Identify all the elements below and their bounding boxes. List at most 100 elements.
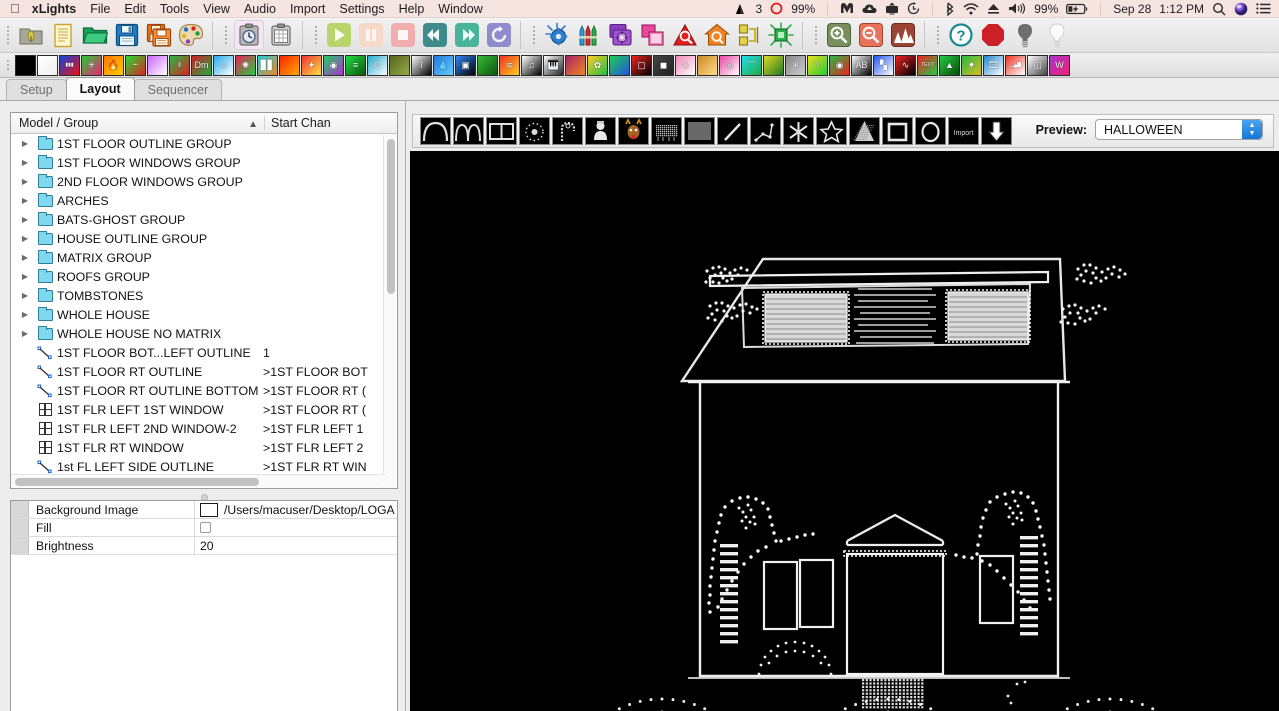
snowstorm-effect-icon[interactable]: /// bbox=[807, 54, 828, 76]
arch-model-icon[interactable] bbox=[420, 117, 451, 145]
volume-icon[interactable] bbox=[1008, 2, 1026, 15]
faces-effect-icon[interactable]: ☺ bbox=[213, 54, 234, 76]
tree-effect-icon[interactable]: ▲ bbox=[939, 54, 960, 76]
property-row-fill[interactable]: Fill bbox=[11, 519, 397, 537]
fan-effect-icon[interactable]: ✺ bbox=[235, 54, 256, 76]
lights-off-icon[interactable] bbox=[1010, 20, 1040, 50]
property-row-brightness[interactable]: Brightness 20 bbox=[11, 537, 397, 555]
circles-effect-icon[interactable]: ••• bbox=[125, 54, 146, 76]
tree-row[interactable]: ▶ 1ST FLR LEFT 2ND WINDOW-2 >1ST FLR LEFT … bbox=[11, 419, 397, 438]
text-effect-icon[interactable]: TEXT bbox=[917, 54, 938, 76]
scheduler-icon[interactable] bbox=[234, 20, 264, 50]
apple-logo-icon[interactable]:  bbox=[10, 2, 20, 15]
ripple-effect-icon[interactable]: ▢ bbox=[631, 54, 652, 76]
strobe-effect-icon[interactable]: ∿ bbox=[895, 54, 916, 76]
wifi-icon[interactable] bbox=[963, 2, 979, 15]
morph-effect-icon[interactable]: ≋ bbox=[499, 54, 520, 76]
menu-item-view[interactable]: View bbox=[203, 2, 230, 16]
zoom-triangle-icon[interactable] bbox=[670, 20, 700, 50]
vumeter-effect-icon[interactable]: ▁▄▇ bbox=[1005, 54, 1026, 76]
arches-model-icon[interactable] bbox=[453, 117, 484, 145]
expand-arrow-icon[interactable]: ▶ bbox=[11, 177, 33, 186]
lights-on-icon[interactable] bbox=[1042, 20, 1072, 50]
eject-icon[interactable] bbox=[987, 2, 1000, 15]
expand-arrow-icon[interactable]: ▶ bbox=[11, 215, 33, 224]
grid-model-icon[interactable] bbox=[684, 117, 715, 145]
pinwheel-effect-icon[interactable]: ✿ bbox=[587, 54, 608, 76]
help-icon[interactable]: ? bbox=[946, 20, 976, 50]
import-model-button[interactable]: Import bbox=[948, 117, 979, 145]
star-burst-model-icon[interactable] bbox=[783, 117, 814, 145]
crayons-icon[interactable] bbox=[574, 20, 604, 50]
glediator-effect-icon[interactable]: G bbox=[367, 54, 388, 76]
stop-output-icon[interactable] bbox=[978, 20, 1008, 50]
screen-share-icon[interactable] bbox=[885, 2, 899, 15]
record-circle-icon[interactable] bbox=[770, 2, 783, 15]
model-tree-horizontal-scrollbar[interactable] bbox=[11, 474, 385, 487]
butterfly-effect-icon[interactable]: ✳ bbox=[81, 54, 102, 76]
shimmer-effect-icon[interactable] bbox=[697, 54, 718, 76]
snowflakes-effect-icon[interactable]: ❄ bbox=[785, 54, 806, 76]
line-model-icon[interactable] bbox=[717, 117, 748, 145]
model-tree[interactable]: Model / Group ▲ Start Chan ▶ 1ST FLOOR OU… bbox=[10, 112, 398, 489]
property-value[interactable]: 20 bbox=[195, 537, 397, 554]
spirals-effect-icon[interactable]: ◉ bbox=[829, 54, 850, 76]
single-strand-effect-icon[interactable]: ⌒ bbox=[741, 54, 762, 76]
tree-row[interactable]: ▶ MATRIX GROUP bbox=[11, 248, 397, 267]
fill-checkbox[interactable] bbox=[200, 522, 211, 533]
tree-row[interactable]: ▶ 1ST FLR LEFT 1ST WINDOW >1ST FLOOR RT ( bbox=[11, 400, 397, 419]
tree-row[interactable]: ▶ HOUSE OUTLINE GROUP bbox=[11, 229, 397, 248]
fit-to-window-icon[interactable] bbox=[888, 20, 918, 50]
galaxy-effect-icon[interactable]: ◉ bbox=[323, 54, 344, 76]
fireworks-effect-icon[interactable]: ✦ bbox=[301, 54, 322, 76]
toolbar-grip[interactable] bbox=[933, 22, 942, 48]
zoom-house-icon[interactable] bbox=[702, 20, 732, 50]
notification-center-icon[interactable] bbox=[1256, 2, 1271, 15]
color-wash-effect-icon[interactable] bbox=[147, 54, 168, 76]
meteors-effect-icon[interactable] bbox=[477, 54, 498, 76]
kaleidoscope-effect-icon[interactable] bbox=[389, 54, 410, 76]
tab-setup[interactable]: Setup bbox=[6, 79, 67, 100]
property-row-background-image[interactable]: Background Image /Users/macuser/Desktop/… bbox=[11, 501, 397, 519]
toolbar-grip[interactable] bbox=[3, 53, 12, 77]
model-preview-icon[interactable] bbox=[606, 20, 636, 50]
property-value[interactable] bbox=[195, 519, 397, 536]
spirograph-effect-icon[interactable]: AB bbox=[851, 54, 872, 76]
off-effect-icon[interactable] bbox=[15, 54, 36, 76]
warp-effect-icon[interactable]: ◫ bbox=[1027, 54, 1048, 76]
toolbar-grip[interactable] bbox=[311, 22, 320, 48]
garlands-effect-icon[interactable]: ≡ bbox=[345, 54, 366, 76]
column-header-model-group[interactable]: Model / Group ▲ bbox=[11, 116, 264, 130]
expand-arrow-icon[interactable]: ▶ bbox=[11, 158, 33, 167]
menu-item-import[interactable]: Import bbox=[290, 2, 325, 16]
liquid-effect-icon[interactable]: 💧 bbox=[433, 54, 454, 76]
zoom-out-icon[interactable] bbox=[856, 20, 886, 50]
open-folder-icon[interactable] bbox=[80, 20, 110, 50]
window-frame-model-icon[interactable] bbox=[486, 117, 517, 145]
menu-item-tools[interactable]: Tools bbox=[160, 2, 189, 16]
expand-arrow-icon[interactable]: ▶ bbox=[11, 234, 33, 243]
tab-sequencer[interactable]: Sequencer bbox=[133, 79, 223, 100]
tree-row[interactable]: ▶ 1ST FLR RT WINDOW >1ST FLR LEFT 2 bbox=[11, 438, 397, 457]
bars-effect-icon[interactable]: ▮▮▮ bbox=[59, 54, 80, 76]
rewind-icon[interactable] bbox=[420, 20, 450, 50]
toolbar-grip[interactable] bbox=[3, 22, 12, 48]
house-preview-canvas[interactable] bbox=[410, 151, 1279, 711]
spotlight-search-icon[interactable] bbox=[1212, 2, 1226, 16]
malwarebytes-icon[interactable] bbox=[840, 2, 854, 15]
toolbar-grip[interactable] bbox=[529, 22, 538, 48]
shapes-effect-icon[interactable]: ◇ bbox=[675, 54, 696, 76]
render-all-icon[interactable] bbox=[542, 20, 572, 50]
tree-row[interactable]: ▶ ARCHES bbox=[11, 191, 397, 210]
cloud-upload-icon[interactable] bbox=[862, 3, 877, 15]
menu-item-settings[interactable]: Settings bbox=[339, 2, 384, 16]
expand-arrow-icon[interactable]: ▶ bbox=[11, 310, 33, 319]
fill-effect-icon[interactable]: ▊▋ bbox=[257, 54, 278, 76]
circle-model-icon[interactable] bbox=[519, 117, 550, 145]
airplay-icon[interactable] bbox=[735, 3, 748, 15]
plasma-effect-icon[interactable] bbox=[609, 54, 630, 76]
new-document-icon[interactable] bbox=[48, 20, 78, 50]
tree-row[interactable]: ▶ 1ST FLOOR WINDOWS GROUP bbox=[11, 153, 397, 172]
tree-row[interactable]: ▶ 1ST FLOOR BOT...LEFT OUTLINE 1 bbox=[11, 343, 397, 362]
wave-effect-icon[interactable]: W bbox=[1049, 54, 1070, 76]
